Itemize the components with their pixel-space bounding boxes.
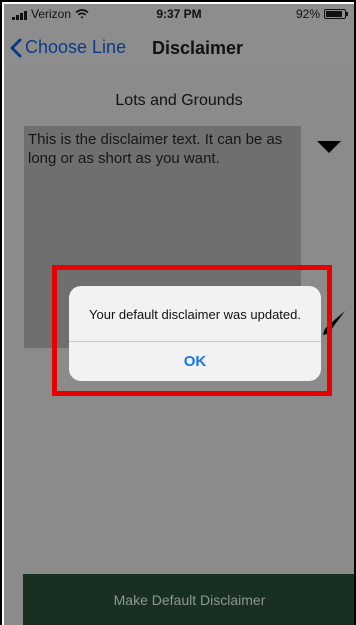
alert-message: Your default disclaimer was updated. (89, 307, 301, 322)
back-button-label: Choose Line (25, 37, 127, 57)
status-bar: Verizon 9:37 PM 92% (4, 4, 354, 26)
triangle-down-icon[interactable] (317, 141, 341, 153)
alert-dialog: Your default disclaimer was updated. OK (69, 286, 321, 381)
app-screen: Verizon 9:37 PM 92% Choose Line Disclaim… (4, 4, 354, 625)
battery-icon (324, 9, 348, 19)
status-right: 92% (295, 7, 348, 21)
page-title: Disclaimer (152, 38, 244, 58)
chevron-left-icon (10, 38, 22, 57)
back-button[interactable]: Choose Line (10, 37, 126, 58)
pen-icon[interactable] (319, 307, 349, 337)
alert-ok-button[interactable]: OK (69, 342, 321, 381)
line-name: Lots and Grounds (115, 92, 243, 109)
battery-percent: 92% (295, 7, 320, 21)
make-default-disclaimer-button[interactable]: Make Default Disclaimer (23, 574, 354, 625)
navigation-bar: Choose Line Disclaimer (4, 26, 354, 70)
screenshot-frame: Verizon 9:37 PM 92% Choose Line Disclaim… (0, 0, 356, 625)
phone-frame: Verizon 9:37 PM 92% Choose Line Disclaim… (0, 0, 356, 625)
